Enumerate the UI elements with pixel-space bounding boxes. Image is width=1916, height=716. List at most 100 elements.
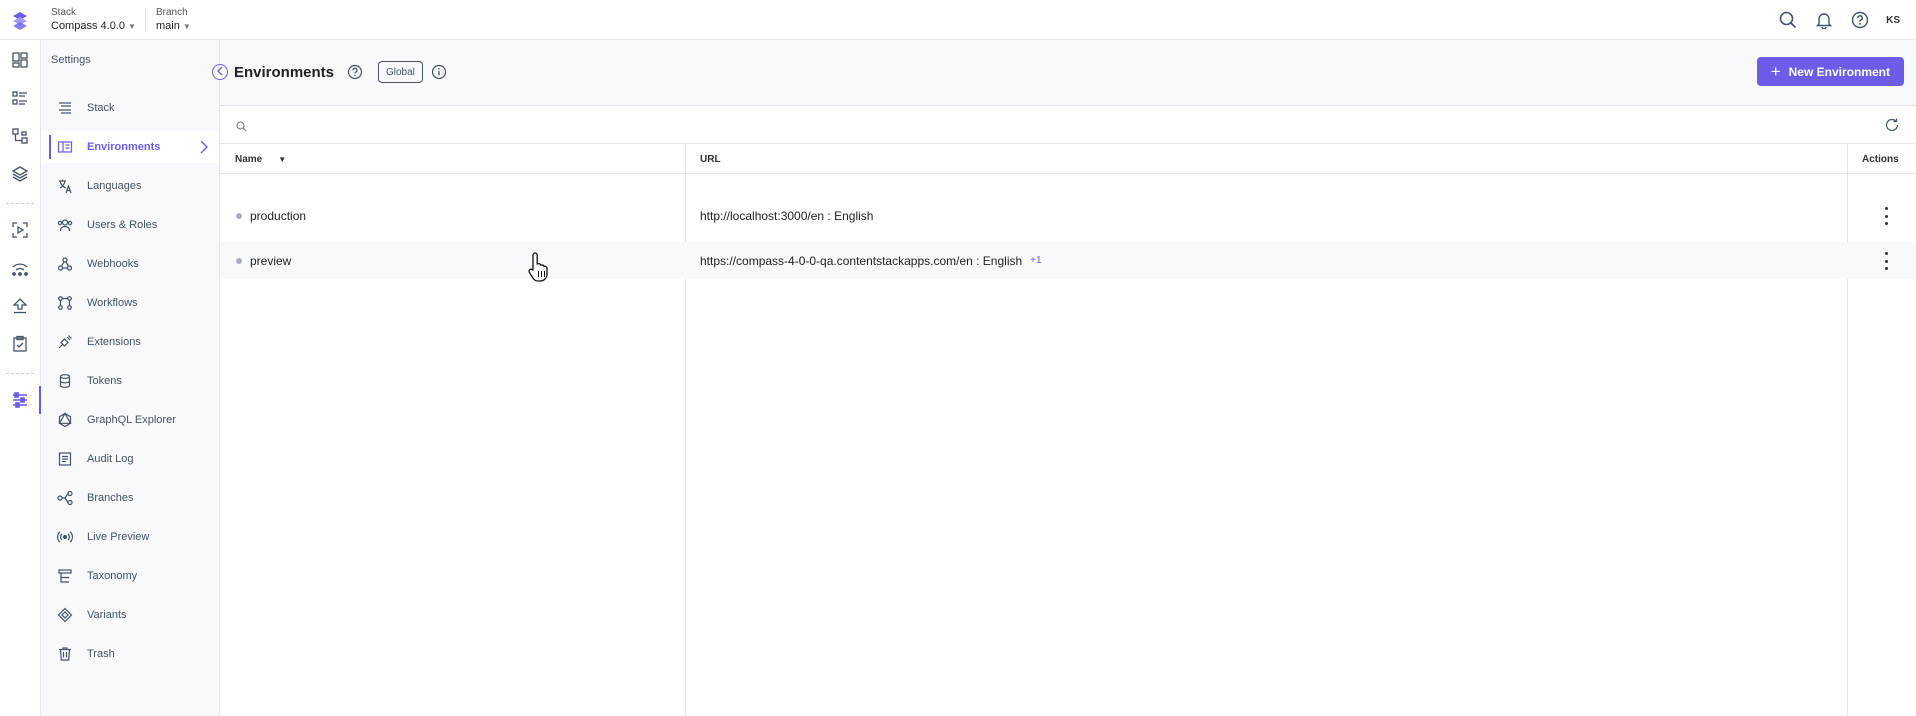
divider [6,203,34,204]
publish-queue-icon[interactable] [8,256,32,280]
environment-url: https://compass-4-0-0-qa.contentstackapp… [700,253,1023,268]
app-logo-icon[interactable] [9,9,31,31]
sidebar-item-taxonomy[interactable]: Taxonomy [41,560,219,592]
top-bar: Stack Compass 4.0.0 ▼ Branch main ▼ KS [0,0,1916,40]
chevron-down-icon: ▼ [127,22,136,31]
sidebar-item-tokens[interactable]: Tokens [41,365,219,397]
refresh-icon[interactable] [1884,117,1900,138]
extensions-icon [57,334,73,350]
sidebar-title: Settings [51,54,91,66]
search-input[interactable] [252,115,1752,137]
collapse-sidebar-button[interactable] [212,64,228,80]
settings-icon[interactable] [8,388,32,412]
sidebar-item-stack[interactable]: Stack [41,92,219,124]
sidebar-item-label: Environments [87,141,161,153]
new-environment-label: New Environment [1788,64,1890,79]
webhooks-icon [57,256,73,272]
sidebar-item-label: Variants [87,609,127,621]
sidebar-item-environments[interactable]: Environments [41,131,219,163]
sidebar-item-label: Branches [87,492,134,504]
sidebar-item-workflows[interactable]: Workflows [41,287,219,319]
workflows-icon [57,295,73,311]
sidebar-item-label: Webhooks [87,258,139,270]
environment-url: http://localhost:3000/en : English [700,208,874,223]
status-dot [236,212,242,219]
branch-selector-value: main [156,20,180,32]
avatar[interactable]: KS [1886,15,1900,26]
chevron-down-icon: ▼ [182,22,191,31]
settings-sidebar: Settings Stack Environments Languages Us… [41,40,220,716]
sidebar-item-variants[interactable]: Variants [41,599,219,631]
sidebar-item-languages[interactable]: Languages [41,170,219,202]
branch-selector[interactable]: Branch main ▼ [156,6,191,34]
sidebar-item-webhooks[interactable]: Webhooks [41,248,219,280]
sidebar-item-label: Workflows [87,297,138,309]
page-title: Environments [234,64,335,81]
assets-icon[interactable] [8,162,32,186]
sidebar-item-trash[interactable]: Trash [41,638,219,670]
column-header-label: Actions [1862,153,1899,165]
releases-icon[interactable] [8,218,32,242]
sidebar-item-graphql-explorer[interactable]: GraphQL Explorer [41,404,219,436]
sidebar-item-audit-log[interactable]: Audit Log [41,443,219,475]
column-header-label: URL [700,153,721,165]
chevron-left-icon [216,63,224,81]
stack-selector[interactable]: Stack Compass 4.0.0 ▼ [51,6,136,34]
tasks-icon[interactable] [8,332,32,356]
deploy-icon[interactable] [8,294,32,318]
left-rail [0,40,41,716]
sidebar-item-label: Users & Roles [87,219,158,231]
sidebar-item-live-preview[interactable]: Live Preview [41,521,219,553]
chevron-right-icon [199,140,209,159]
tokens-icon [57,373,73,389]
branch-selector-label: Branch [156,7,188,18]
stack-icon [57,100,73,116]
environment-name: production [250,208,307,223]
extra-urls-count[interactable]: +1 [1030,255,1041,266]
sidebar-item-label: Taxonomy [87,570,138,582]
sidebar-item-branches[interactable]: Branches [41,482,219,514]
sidebar-item-users-roles[interactable]: Users & Roles [41,209,219,241]
divider [6,373,34,374]
plus-icon: + [1770,62,1781,81]
info-icon[interactable] [431,64,447,85]
branches-icon [57,490,73,506]
bell-icon[interactable] [1814,10,1834,30]
content-models-icon[interactable] [8,124,32,148]
table-row[interactable]: preview https://compass-4-0-0-qa.content… [220,242,1916,279]
divider [145,8,146,32]
help-circle-icon[interactable] [347,64,363,85]
search-icon[interactable] [1778,10,1798,30]
sidebar-item-label: Audit Log [87,453,134,465]
sort-down-icon[interactable]: ▼ [278,155,286,164]
main-content: Environments Global + New Environment Na… [220,40,1916,716]
variants-icon [57,607,73,623]
stack-selector-label: Stack [51,7,77,18]
column-header-actions: Actions [1862,144,1899,174]
hand-cursor-icon [527,251,553,283]
column-header-label: Name [235,153,263,165]
column-header-name[interactable]: Name ▼ [235,144,286,174]
users-icon [57,217,73,233]
status-dot [236,257,242,264]
sidebar-item-extensions[interactable]: Extensions [41,326,219,358]
graphql-icon [57,412,73,428]
new-environment-button[interactable]: + New Environment [1756,57,1904,86]
languages-icon [57,178,73,194]
entries-icon[interactable] [8,86,32,110]
row-actions-kebab-icon[interactable] [1880,252,1892,270]
dashboard-icon[interactable] [8,48,32,72]
live-preview-icon [57,529,73,545]
search-icon [236,119,247,137]
sidebar-item-label: Trash [87,648,115,660]
sidebar-item-label: Stack [87,102,115,114]
taxonomy-icon [57,568,73,584]
audit-log-icon [57,451,73,467]
table-row[interactable]: production http://localhost:3000/en : En… [220,197,1916,234]
row-actions-kebab-icon[interactable] [1880,207,1892,225]
sidebar-item-label: Languages [87,180,142,192]
table-header: Name ▼ URL Actions [220,144,1916,174]
scope-badge: Global [378,61,423,83]
help-icon[interactable] [1850,10,1870,30]
sidebar-item-label: GraphQL Explorer [87,414,176,426]
